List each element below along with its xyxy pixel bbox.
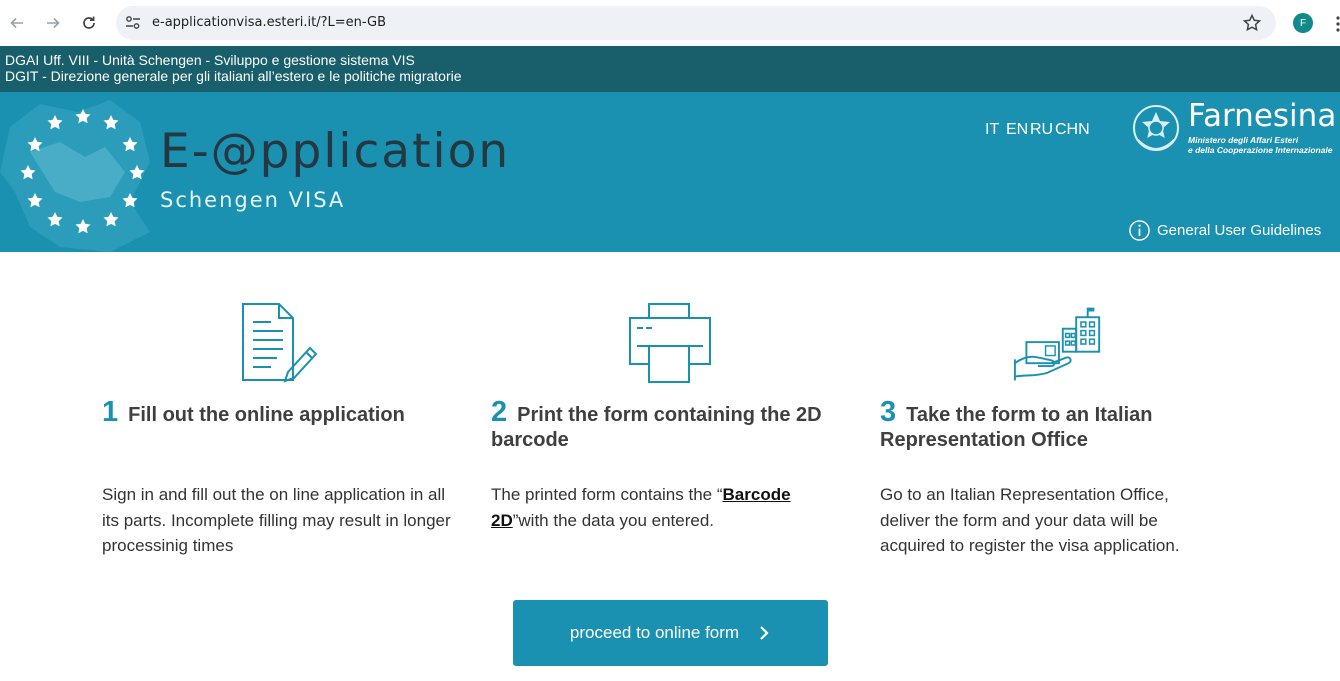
reload-button[interactable] <box>74 8 104 38</box>
info-icon <box>1129 219 1150 241</box>
printer-icon <box>629 303 711 383</box>
guidelines-link[interactable]: General User Guidelines <box>1128 218 1321 242</box>
lang-chn-link[interactable]: CHN <box>1055 121 1090 139</box>
chevron-right-icon <box>760 626 769 640</box>
italian-emblem-icon <box>1133 105 1179 151</box>
guidelines-label: General User Guidelines <box>1157 221 1322 239</box>
step-3-title: Take the form to an Italian Representati… <box>880 404 1153 451</box>
forward-button[interactable] <box>38 8 68 38</box>
step-3-heading: 3 Take the form to an Italian Representat… <box>880 398 1240 453</box>
browser-menu-icon[interactable] <box>1330 14 1340 34</box>
step-3-text: Go to an Italian Representation Office, … <box>880 485 1180 555</box>
header-banner: E-@pplication Schengen VISA IT EN RU CHN… <box>0 92 1340 252</box>
institution-line-1: DGAI Uff. VIII - Unità Schengen - Svilup… <box>5 52 415 68</box>
address-bar[interactable]: e-applicationvisa.esteri.it/?L=en-GB <box>116 6 1276 40</box>
reload-icon <box>83 16 95 29</box>
eu-stars-map-icon <box>0 100 150 252</box>
step-1-heading: 1 Fill out the online application <box>102 398 462 428</box>
app-subtitle: Schengen VISA <box>160 188 346 212</box>
step-3-number: 3 <box>880 396 897 428</box>
farnesina-logo: Farnesina <box>1188 98 1337 134</box>
url-text: e-applicationvisa.esteri.it/?L=en-GB <box>152 15 387 30</box>
arrow-left-icon <box>10 17 23 29</box>
site-info-icon[interactable] <box>124 14 142 32</box>
institution-line-2: DGIT - Direzione generale per gli italia… <box>5 68 462 84</box>
back-button[interactable] <box>2 8 32 38</box>
document-pencil-icon <box>242 303 318 383</box>
step-2-number: 2 <box>491 396 508 428</box>
ministero-caption: Ministero degli Affari Esteri e della Co… <box>1188 135 1333 155</box>
step-2-title: Print the form containing the 2D barcode <box>491 404 822 451</box>
app-title: E-@pplication <box>160 124 511 179</box>
step-1-text: Sign in and fill out the on line applica… <box>102 485 451 555</box>
step-2-text: The printed form contains the “Barcode 2… <box>491 482 821 533</box>
lang-ru-link[interactable]: RU <box>1030 121 1053 139</box>
proceed-button-label: proceed to online form <box>569 623 740 642</box>
proceed-online-form-button[interactable]: proceed to online form <box>513 600 828 666</box>
ministero-line-2: e della Cooperazione Internazionale <box>1188 145 1333 155</box>
step-1-number: 1 <box>102 396 119 428</box>
arrow-right-icon <box>47 17 60 29</box>
lang-it-link[interactable]: IT <box>985 121 999 139</box>
hand-building-icon <box>1013 307 1101 381</box>
browser-toolbar: e-applicationvisa.esteri.it/?L=en-GB F <box>0 0 1340 46</box>
step-2-text-before: The printed form contains the “ <box>491 485 723 504</box>
step-1-title: Fill out the online application <box>128 404 405 426</box>
institution-bar: DGAI Uff. VIII - Unità Schengen - Svilup… <box>0 46 1340 92</box>
profile-avatar[interactable]: F <box>1293 13 1313 33</box>
step-2-text-after: ”with the data you entered. <box>512 510 715 530</box>
step-2-heading: 2 Print the form containing the 2D barcod… <box>491 398 851 453</box>
lang-en-link[interactable]: EN <box>1006 121 1028 139</box>
ministero-line-1: Ministero degli Affari Esteri <box>1188 135 1299 145</box>
bookmark-star-icon[interactable] <box>1242 13 1262 33</box>
